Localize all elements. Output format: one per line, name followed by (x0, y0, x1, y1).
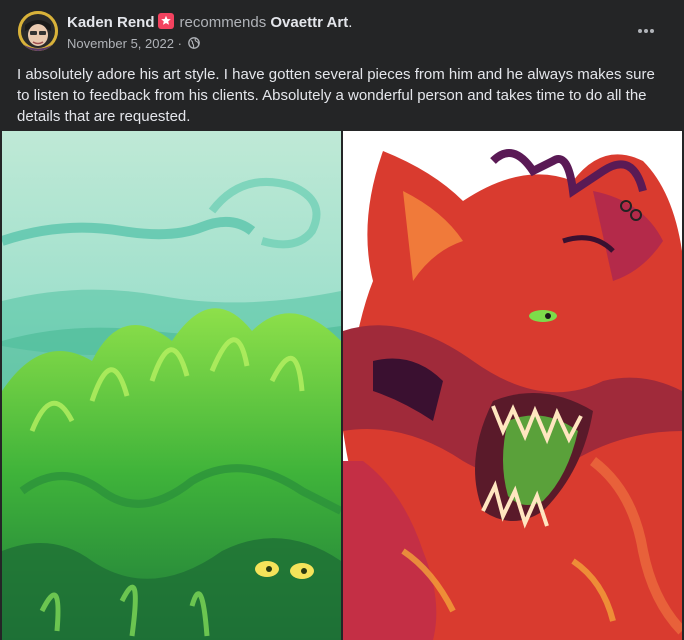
action-text: recommends (179, 14, 267, 31)
globe-icon (187, 37, 200, 49)
more-options-button[interactable] (628, 14, 664, 46)
page-name-link[interactable]: Ovaettr Art (270, 14, 348, 31)
meta-separator: · (177, 36, 182, 51)
post-card: Kaden Rend recommends Ovaettr Art. Novemb… (0, 0, 684, 640)
green-creature-artwork[interactable] (2, 131, 341, 640)
post-date-link[interactable]: November 5, 2022 (67, 36, 174, 51)
avatar-image (18, 11, 58, 51)
header-punctuation: . (348, 14, 353, 31)
post-meta: November 5, 2022 · (67, 36, 200, 51)
more-options-icon (637, 21, 655, 39)
post-images (0, 131, 684, 640)
red-wolf-artwork[interactable] (343, 131, 682, 640)
post-header: Kaden Rend recommends Ovaettr Art. Novemb… (0, 0, 684, 58)
post-header-line: Kaden Rend recommends Ovaettr Art. (67, 13, 352, 32)
author-name-link[interactable]: Kaden Rend (67, 14, 155, 31)
post-body-text: I absolutely adore his art style. I have… (17, 66, 655, 125)
recommendation-star-icon (157, 13, 174, 29)
author-avatar[interactable] (18, 11, 58, 51)
